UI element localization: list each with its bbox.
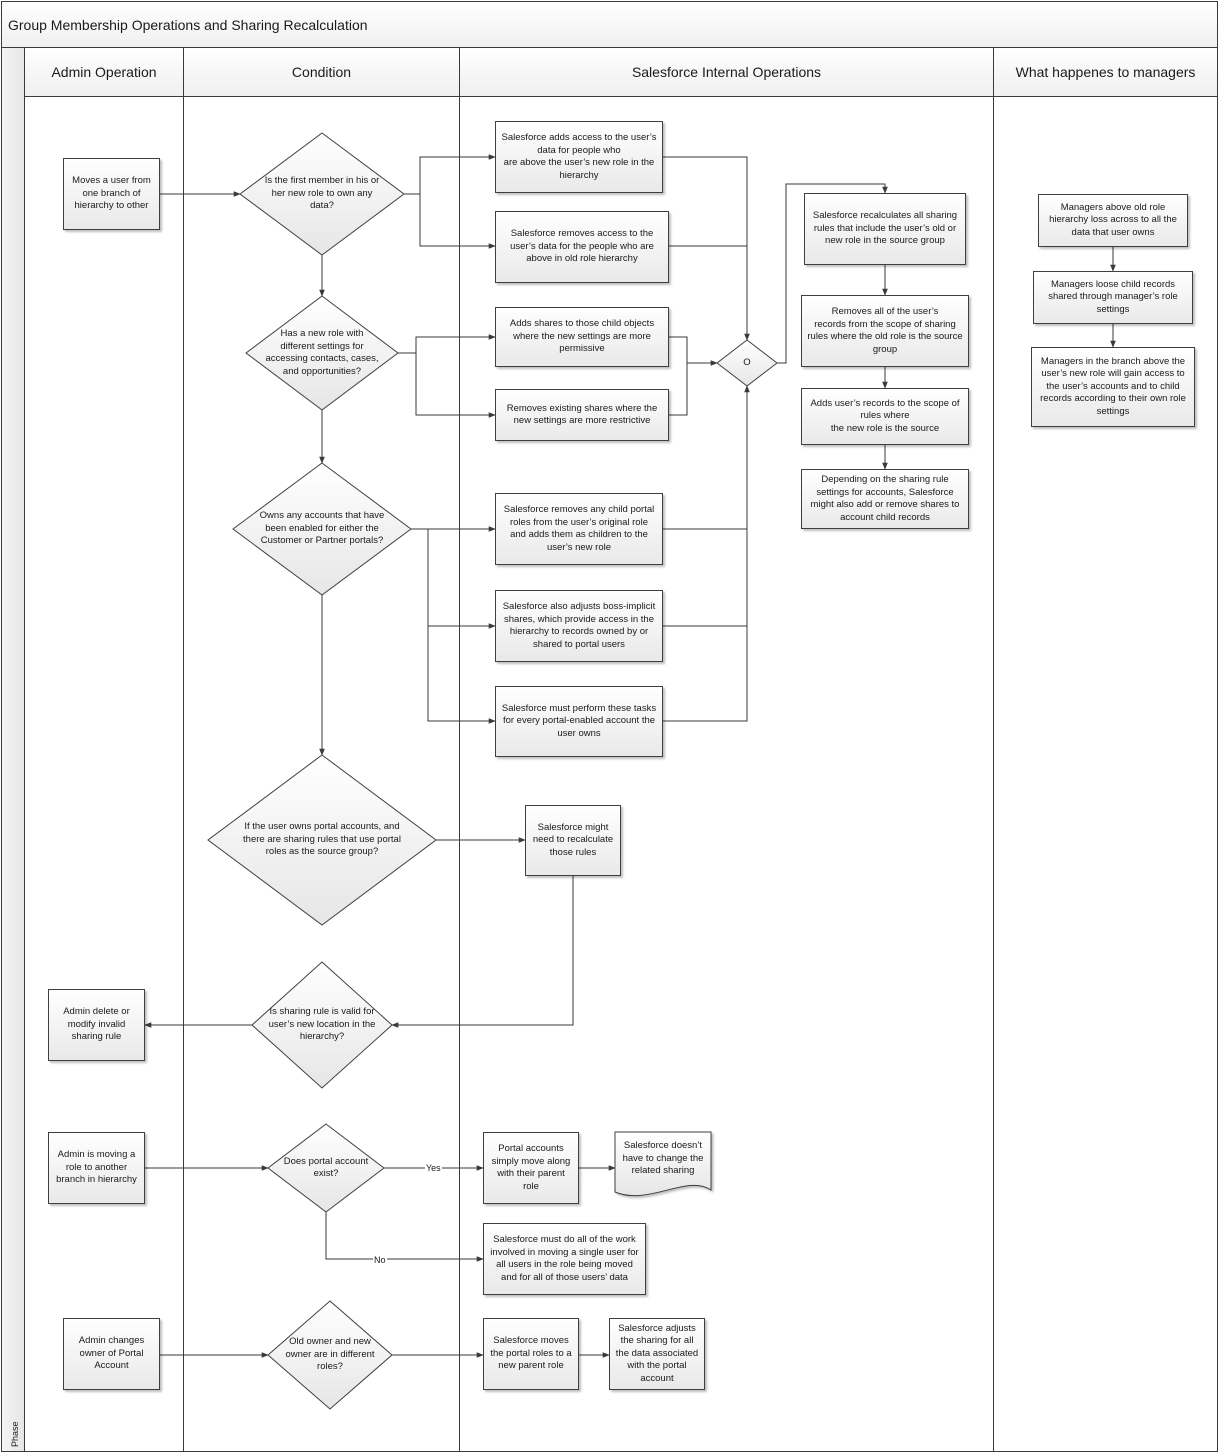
node-text: Moves a user from one branch of hierarch… bbox=[72, 175, 151, 212]
node-text: Admin is moving a role to another branch… bbox=[56, 1149, 137, 1186]
edge-perform-every-to-merge bbox=[663, 385, 750, 722]
node-add-access-new[interactable]: Salesforce adds access to the user’s dat… bbox=[495, 121, 663, 193]
edge-q2-to-add-shares bbox=[398, 334, 496, 354]
edge-add-access-to-merge bbox=[663, 156, 750, 341]
node-adjust-sharing-portal[interactable]: Salesforce adjusts the sharing for all t… bbox=[609, 1318, 705, 1390]
node-might-recalc-rules[interactable]: Salesforce might need to recalculate tho… bbox=[525, 805, 621, 876]
node-text: Adds user’s records to the scope of rule… bbox=[810, 397, 960, 434]
node-perform-every-account[interactable]: Salesforce must perform these tasks for … bbox=[495, 686, 663, 757]
node-add-records-scope[interactable]: Adds user’s records to the scope of rule… bbox=[801, 388, 969, 445]
node-text: Salesforce adjusts the sharing for all t… bbox=[615, 1322, 699, 1384]
node-mgr-lose-child[interactable]: Managers loose child records shared thro… bbox=[1033, 271, 1193, 324]
node-text: Salesforce must do all of the work invol… bbox=[490, 1234, 639, 1283]
node-text: Portal accounts simply move along with t… bbox=[491, 1143, 571, 1192]
edge-add-shares-to-merge bbox=[669, 336, 688, 416]
node-adjust-boss-implicit[interactable]: Salesforce also adjusts boss-implicit sh… bbox=[495, 590, 663, 662]
node-move-user[interactable]: Moves a user from one branch of hierarch… bbox=[63, 158, 160, 230]
node-text: Removes existing shares where the new se… bbox=[506, 402, 658, 427]
node-no-change-sharing[interactable]: Salesforce doesn’t have to change the re… bbox=[614, 1131, 712, 1200]
node-text: Managers in the branch above the user’s … bbox=[1040, 355, 1186, 417]
node-do-all-work[interactable]: Salesforce must do all of the work invol… bbox=[483, 1223, 646, 1295]
node-remove-access-old[interactable]: Salesforce removes access to the user’s … bbox=[495, 211, 669, 283]
node-admin-fix-rule[interactable]: Admin delete or modify invalid sharing r… bbox=[48, 989, 145, 1061]
node-portal-move-along[interactable]: Portal accounts simply move along with t… bbox=[483, 1132, 579, 1204]
node-recalc-sharing-rules[interactable]: Salesforce recalculates all sharing rule… bbox=[804, 193, 966, 265]
node-text: Salesforce doesn’t have to change the re… bbox=[622, 1140, 704, 1176]
node-mgr-lose-access[interactable]: Managers above old role hierarchy loss a… bbox=[1038, 194, 1188, 247]
node-remove-child-portal-roles[interactable]: Salesforce removes any child portal role… bbox=[495, 493, 663, 565]
node-text: Depending on the sharing rule settings f… bbox=[810, 474, 960, 523]
edge-q3-to-boss-implicit bbox=[427, 529, 496, 629]
node-admin-change-owner[interactable]: Admin changes owner of Portal Account bbox=[63, 1318, 160, 1390]
decision-q-rule-valid[interactable] bbox=[251, 961, 393, 1089]
node-text: Admin changes owner of Portal Account bbox=[78, 1335, 145, 1372]
node-remove-shares-restrictive[interactable]: Removes existing shares where the new se… bbox=[495, 389, 669, 441]
flowchart-canvas: Group Membership Operations and Sharing … bbox=[0, 0, 1220, 1453]
node-text: Salesforce recalculates all sharing rule… bbox=[812, 210, 958, 247]
node-text: Adds shares to those child objects where… bbox=[509, 318, 655, 355]
decision-q-new-role-settings[interactable] bbox=[245, 295, 399, 411]
node-text: Salesforce moves the portal roles to a n… bbox=[490, 1335, 572, 1372]
edge-label-yes: Yes bbox=[425, 1163, 442, 1173]
edge-might-recalc-to-q5 bbox=[391, 876, 574, 1028]
edge-q6-no-to-do-all-work bbox=[325, 1212, 484, 1262]
node-text: Removes all of the user’s records from t… bbox=[807, 306, 963, 355]
node-admin-move-role[interactable]: Admin is moving a role to another branch… bbox=[48, 1132, 145, 1204]
edge-q2-to-remove-shares bbox=[415, 353, 496, 418]
node-text: Managers above old role hierarchy loss a… bbox=[1049, 201, 1177, 238]
node-text: Admin delete or modify invalid sharing r… bbox=[63, 1006, 130, 1043]
edge-label-no: No bbox=[373, 1255, 387, 1265]
decision-q-owns-portal-accounts[interactable] bbox=[232, 462, 412, 596]
node-text: Salesforce also adjusts boss-implicit sh… bbox=[502, 601, 656, 650]
node-move-portal-roles[interactable]: Salesforce moves the portal roles to a n… bbox=[483, 1318, 579, 1390]
node-text: Salesforce might need to recalculate tho… bbox=[532, 821, 614, 858]
decision-q-first-member[interactable] bbox=[239, 132, 405, 256]
node-text: Salesforce removes any child portal role… bbox=[503, 504, 655, 553]
node-remove-records-scope[interactable]: Removes all of the user’s records from t… bbox=[801, 295, 969, 367]
edge-q1-to-remove-access bbox=[419, 194, 496, 249]
node-text: Managers loose child records shared thro… bbox=[1048, 278, 1178, 315]
node-account-child-shares[interactable]: Depending on the sharing rule settings f… bbox=[801, 469, 969, 529]
node-add-shares-child[interactable]: Adds shares to those child objects where… bbox=[495, 307, 669, 367]
decision-q-portal-sharing-rules[interactable] bbox=[207, 754, 437, 926]
node-text: Salesforce must perform these tasks for … bbox=[501, 702, 657, 739]
decision-merge-or[interactable] bbox=[716, 339, 778, 387]
decision-q-different-roles[interactable] bbox=[267, 1300, 393, 1410]
node-text: Salesforce adds access to the user’s dat… bbox=[501, 132, 657, 181]
decision-q-portal-exists[interactable] bbox=[267, 1123, 385, 1213]
node-text: Salesforce removes access to the user’s … bbox=[510, 228, 654, 265]
edge-q1-to-add-access bbox=[404, 154, 496, 195]
edge-q3-to-perform-every bbox=[427, 626, 496, 724]
node-mgr-gain-access[interactable]: Managers in the branch above the user’s … bbox=[1031, 347, 1195, 427]
